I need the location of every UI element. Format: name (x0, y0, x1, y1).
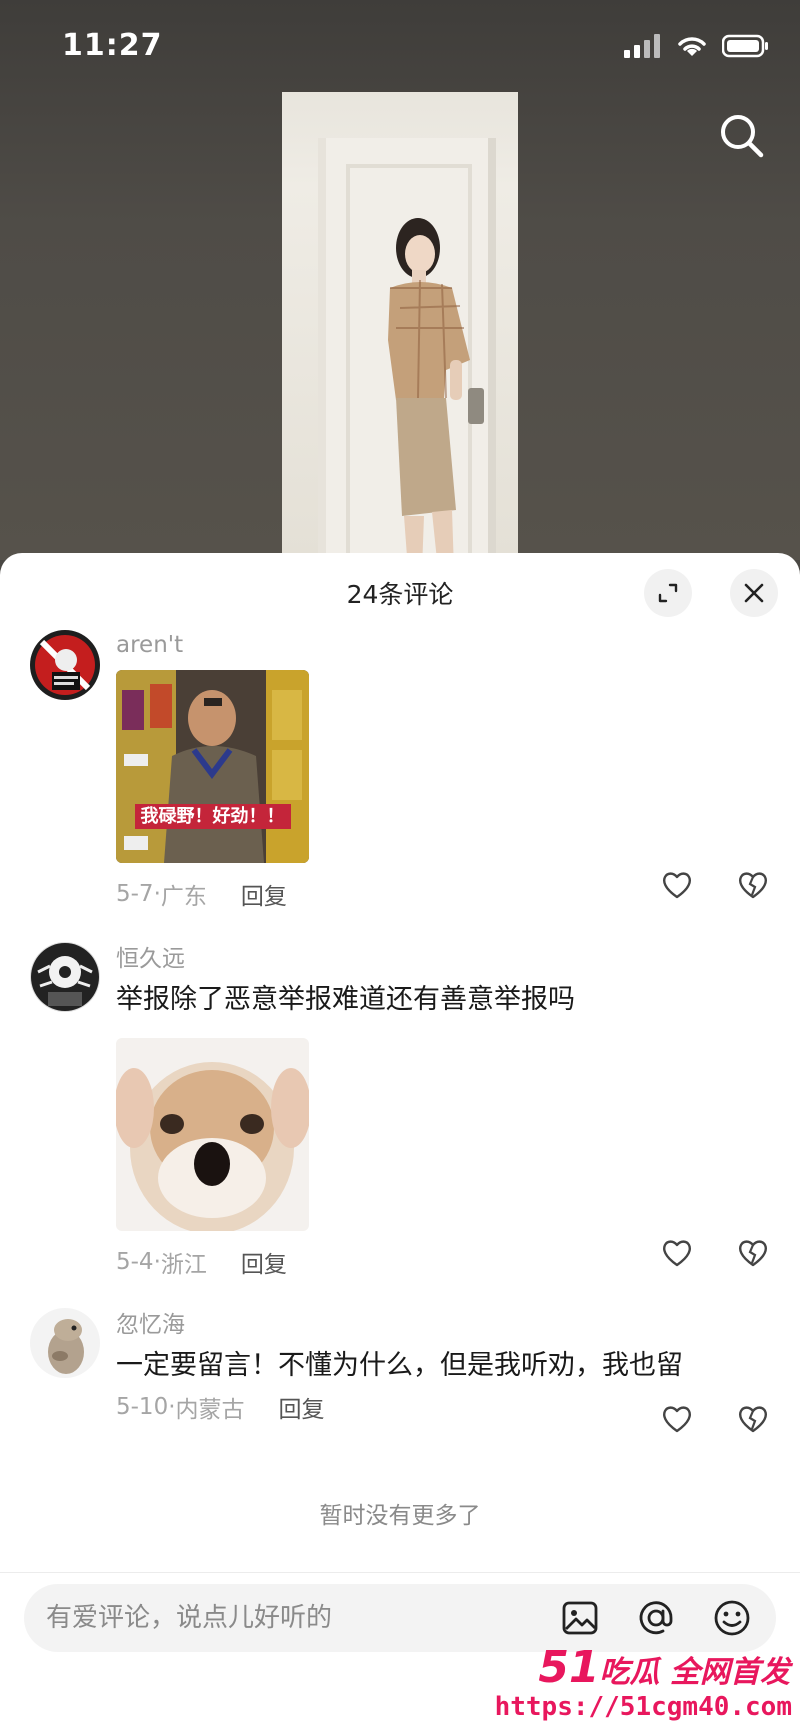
comment-date: 5-4 (116, 1249, 154, 1275)
comment-actions (660, 868, 770, 902)
reply-button[interactable]: 回复 (279, 1390, 325, 1424)
comment-location: 浙江 (160, 1252, 207, 1278)
avatar[interactable] (30, 942, 100, 1012)
comment-date: 5-10 (116, 1394, 169, 1420)
comment-username[interactable]: 恒久远 (116, 942, 770, 976)
watermark: 51吃瓜 全网首发 https://51cgm40.com (492, 1642, 792, 1730)
divider (0, 1572, 800, 1573)
reply-button[interactable]: 回复 (241, 1245, 287, 1279)
search-button[interactable] (714, 108, 770, 164)
hamster-meme-image (116, 1038, 309, 1231)
avatar[interactable] (30, 1308, 100, 1378)
meme-caption: 我碌野！好劲！！ (116, 802, 309, 829)
video-frame (282, 92, 518, 562)
comment-text: 一定要留言！不懂为什么，但是我听劝，我也留 (116, 1350, 683, 1381)
dislike-button[interactable] (736, 1236, 770, 1270)
sheet-header: 24条评论 (0, 553, 800, 629)
image-icon (562, 1601, 598, 1635)
broken-heart-icon (739, 1406, 767, 1433)
meme-image (116, 670, 309, 863)
comment-actions (660, 1402, 770, 1436)
wifi-icon (678, 37, 706, 56)
expand-button[interactable] (644, 569, 692, 617)
close-icon (744, 583, 764, 603)
at-icon (639, 1601, 673, 1635)
search-icon (721, 115, 764, 158)
comment-username[interactable]: aren't (116, 628, 770, 662)
like-button[interactable] (660, 1236, 694, 1270)
like-button[interactable] (660, 1402, 694, 1436)
watermark-url: https://51cgm40.com (494, 1692, 792, 1722)
status-icons (624, 34, 770, 58)
image-button[interactable] (560, 1598, 600, 1638)
broken-heart-icon (739, 1240, 767, 1267)
comment-location: 广东 (160, 884, 207, 910)
heart-icon (663, 1406, 691, 1433)
expand-icon (658, 583, 678, 603)
person-figure (388, 218, 470, 562)
heart-icon (663, 1240, 691, 1267)
comment-location: 内蒙古 (175, 1397, 245, 1423)
avatar[interactable] (30, 630, 100, 700)
avatar-image (30, 1308, 100, 1378)
comment-input-placeholder: 有爱评论，说点儿好听的 (46, 1603, 333, 1633)
watermark-brand: 51吃瓜 全网首发 (538, 1642, 790, 1693)
mention-button[interactable] (636, 1598, 676, 1638)
avatar-image (30, 630, 100, 700)
comment-text: 举报除了恶意举报难道还有善意举报吗 (116, 984, 575, 1015)
emoji-button[interactable] (712, 1598, 752, 1638)
no-more-comments: 暂时没有更多了 (319, 1503, 481, 1529)
battery-icon (722, 34, 768, 58)
dislike-button[interactable] (736, 868, 770, 902)
emoji-icon (714, 1600, 750, 1636)
dislike-button[interactable] (736, 1402, 770, 1436)
heart-icon (663, 872, 691, 899)
avatar-image (30, 942, 100, 1012)
status-bar: 11:27 (0, 0, 800, 96)
comment-image[interactable] (116, 1038, 309, 1231)
close-button[interactable] (730, 569, 778, 617)
input-icons (560, 1598, 752, 1638)
comment-date: 5-7 (116, 881, 154, 907)
comment-username[interactable]: 忽忆海 (116, 1308, 770, 1342)
status-time: 11:27 (62, 28, 163, 63)
like-button[interactable] (660, 868, 694, 902)
reply-button[interactable]: 回复 (241, 877, 287, 911)
video-player[interactable]: 11:27 (0, 0, 800, 562)
comment-image[interactable]: 我碌野！好劲！！ (116, 670, 309, 863)
comment-actions (660, 1236, 770, 1270)
signal-icon (624, 34, 660, 58)
broken-heart-icon (739, 872, 767, 899)
